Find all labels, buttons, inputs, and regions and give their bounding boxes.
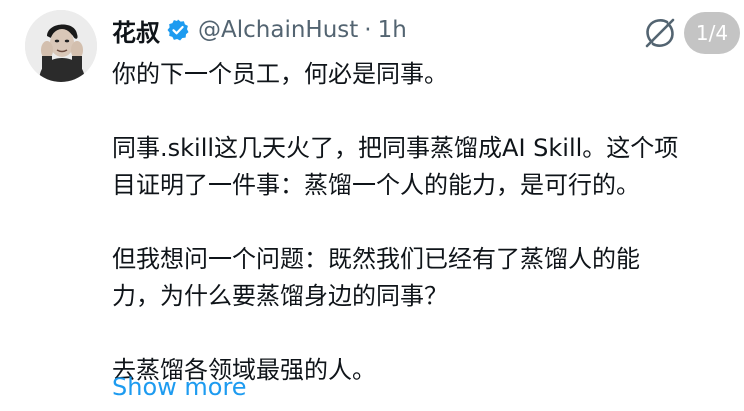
tweet-body: 你的下一个员工，何必是同事。 同事.skill这几天火了，把同事蒸馏成AI Sk… <box>112 56 728 389</box>
avatar-image <box>25 10 97 82</box>
tweet-timestamp[interactable]: 1h <box>378 17 407 43</box>
media-page-indicator: 1/4 <box>684 12 740 54</box>
tweet-text-line: 你的下一个员工，何必是同事。 <box>112 60 448 88</box>
show-more-link[interactable]: Show more <box>112 370 247 404</box>
grok-icon[interactable] <box>643 16 677 50</box>
display-name[interactable]: 花叔 <box>112 13 160 48</box>
header-separator: · <box>364 17 372 43</box>
tweet-text-line: 但我想问一个问题：既然我们已经有了蒸馏人的能 <box>112 245 640 273</box>
tweet-text-line: 目证明了一件事：蒸馏一个人的能力，是可行的。 <box>112 171 640 199</box>
tweet-text-line: 同事.skill这几天火了，把同事蒸馏成AI Skill。这个项 <box>112 134 679 162</box>
verified-badge-icon <box>166 18 190 42</box>
user-handle[interactable]: @AlchainHust <box>198 17 358 43</box>
tweet-header: 花叔 @AlchainHust · 1h <box>112 12 407 48</box>
tweet: 花叔 @AlchainHust · 1h 1/4 你的下一个员工，何必是同事。 … <box>0 0 744 411</box>
avatar[interactable] <box>25 10 97 82</box>
tweet-text-line: 力，为什么要蒸馏身边的同事？ <box>112 282 448 310</box>
